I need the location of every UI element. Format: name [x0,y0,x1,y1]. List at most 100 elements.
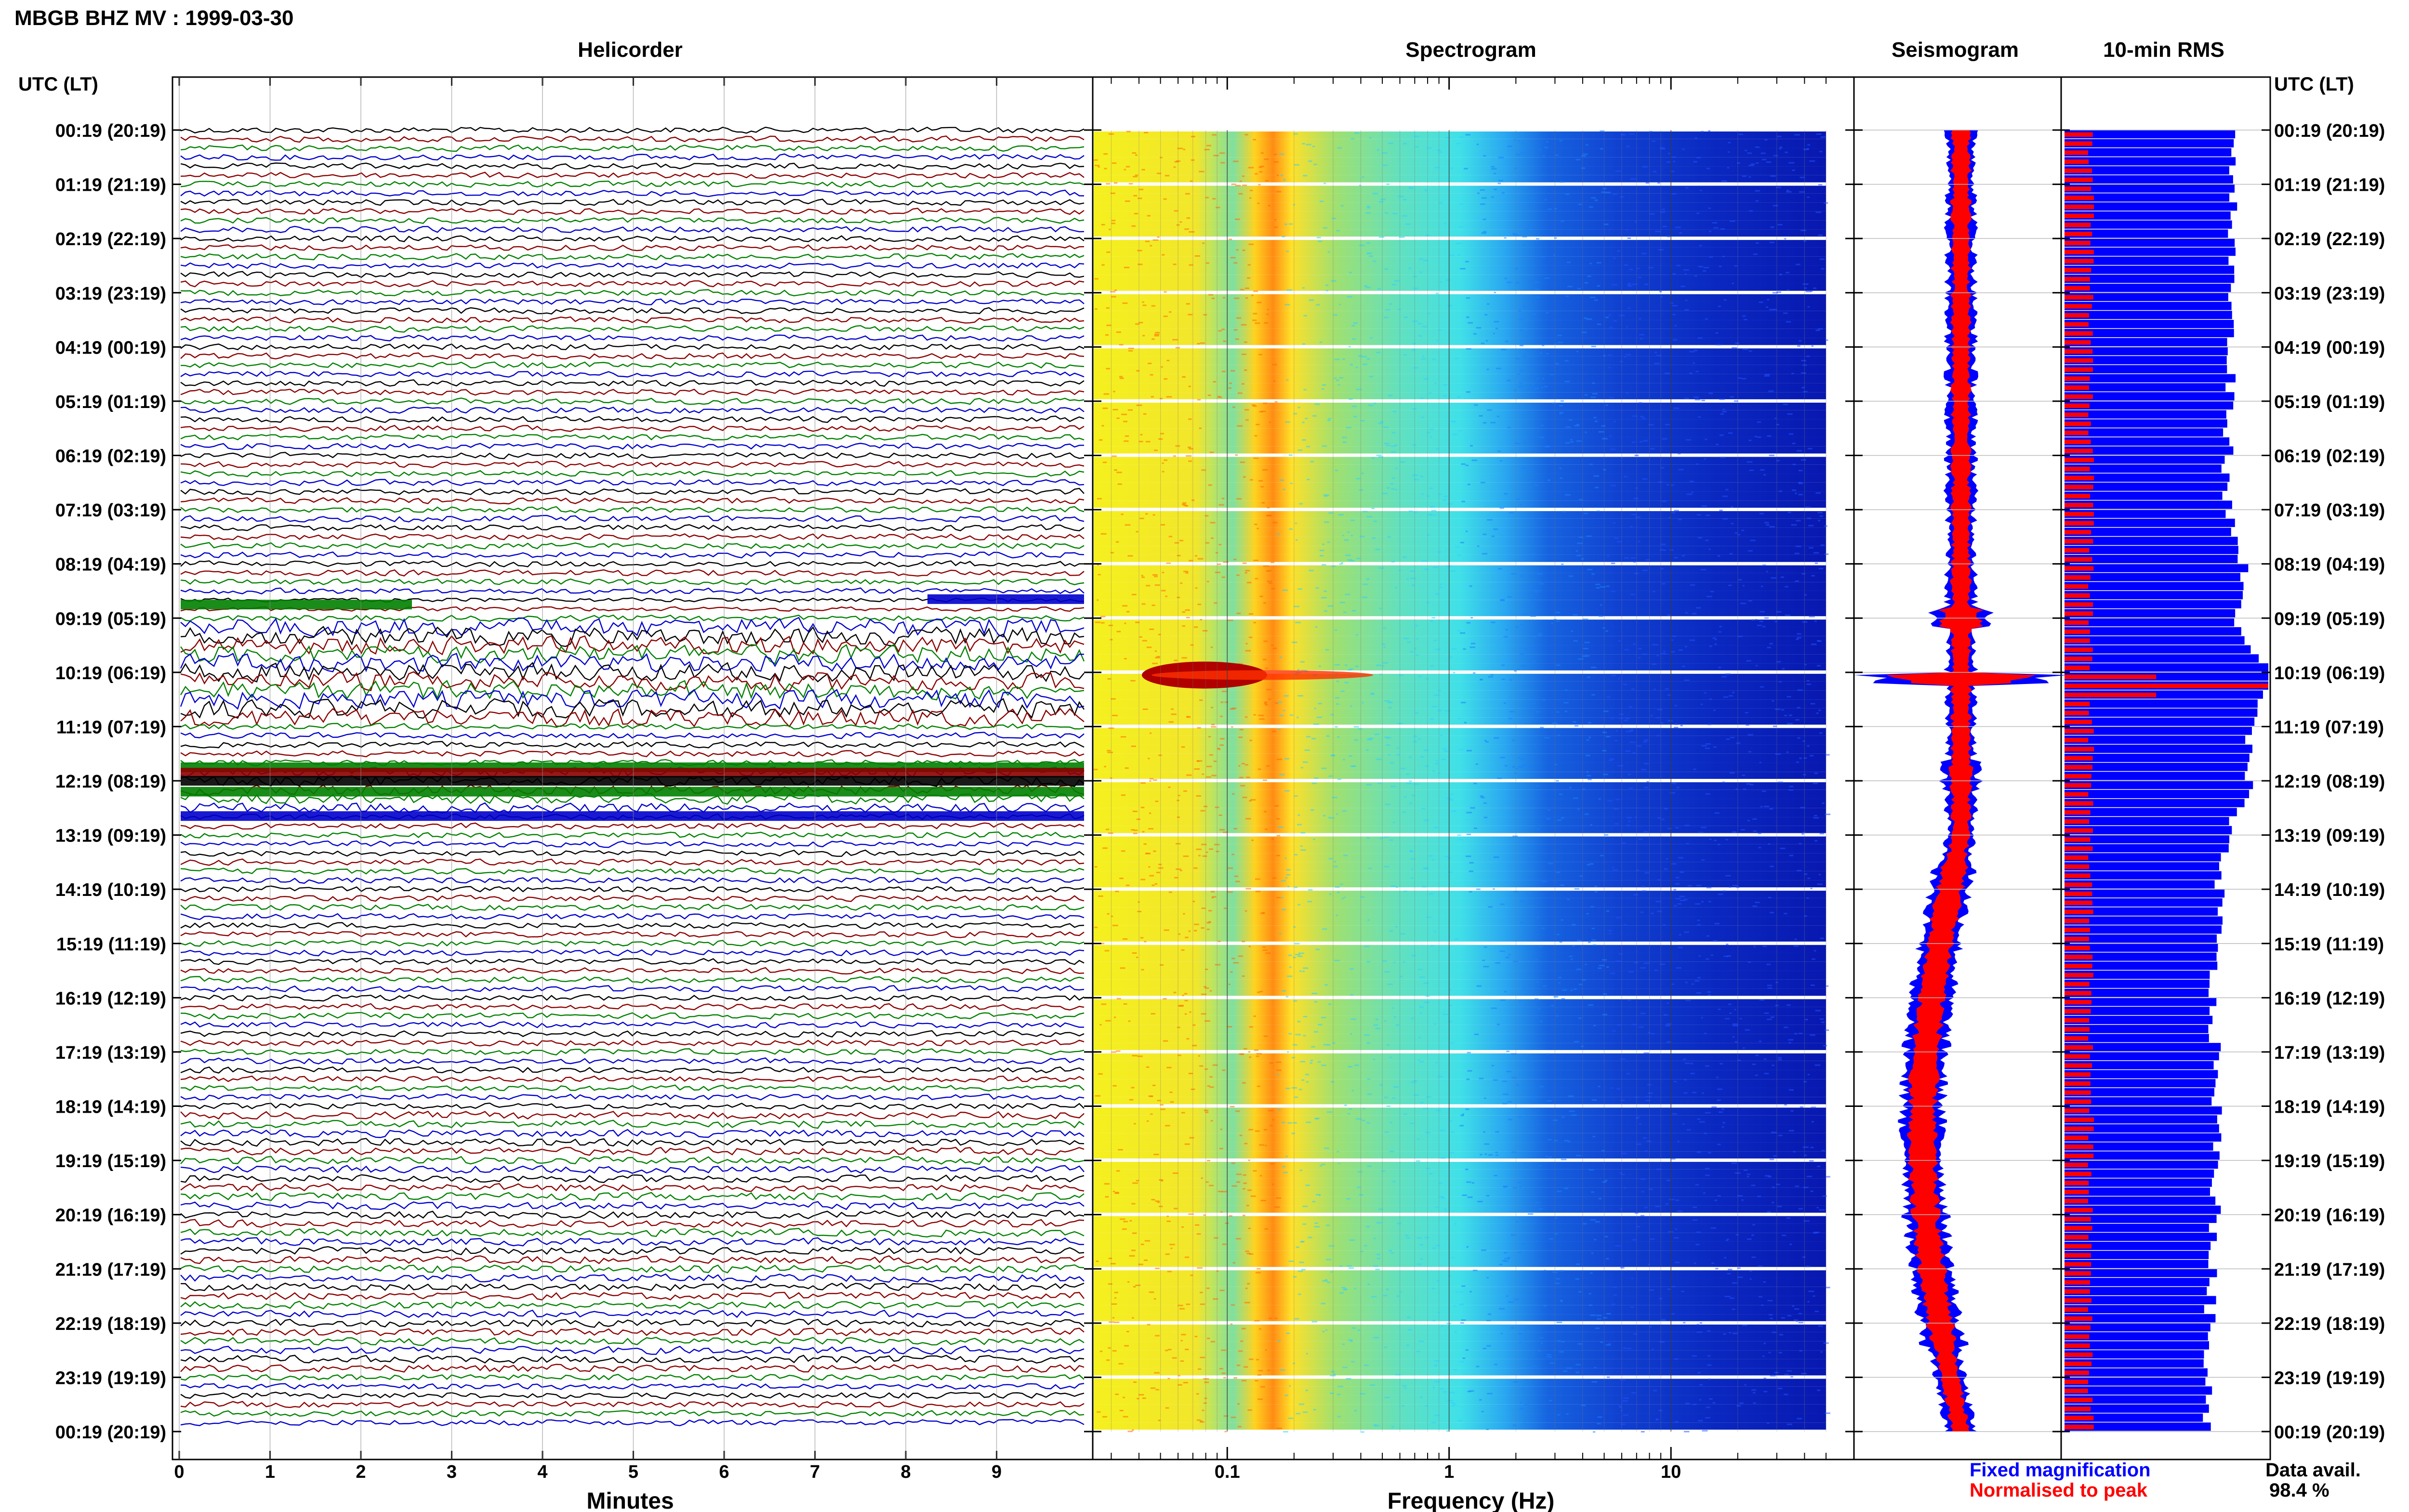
spectrogram-speckle [1548,863,1553,865]
spectrogram-speckle [1577,1343,1582,1345]
spectrogram-speckle [1338,1163,1340,1165]
spectrogram-speckle [1362,702,1364,704]
spectrogram-speckle [1320,555,1324,557]
spectrogram-speckle [1330,1271,1333,1273]
helicorder-trace [180,732,1085,739]
spectrogram-speckle [1707,1330,1711,1332]
spectrogram-speckle [1644,739,1649,741]
spectrogram-speckle [1643,831,1649,833]
spectrogram-speckle [1149,628,1154,630]
spectrogram-speckle [1741,1199,1744,1201]
spectrogram-speckle [1542,927,1545,929]
spectrogram-speckle [1337,147,1342,149]
spectrogram-speckle [1519,1186,1522,1188]
spectrogram-speckle [1811,1106,1816,1108]
spectrogram-speckle [1747,1176,1749,1178]
spectrogram-row [1094,419,1826,429]
helicorder-trace [180,497,1085,505]
spectrogram-speckle [1155,332,1160,334]
spectrogram-speckle [1142,831,1145,833]
spectrogram-speckle [1302,761,1308,763]
spectrogram-speckle [1488,1154,1493,1156]
spectrogram-speckle [1182,502,1187,504]
spectrogram-speckle [1483,946,1487,948]
helicorder-trace [180,1228,1085,1238]
spectrogram-speckle [1406,1316,1411,1318]
spectrogram-speckle [1143,413,1147,415]
spectrogram-speckle [1466,316,1469,318]
spectrogram-speckle [1482,1131,1486,1133]
rms-normalised-bar [2065,1036,2089,1041]
spectrogram-speckle [1819,151,1823,153]
spectrogram-speckle [1471,460,1477,461]
spectrogram-speckle [1302,1206,1308,1208]
rms-normalised-bar [2065,1262,2091,1267]
spectrogram-speckle [1673,160,1675,162]
spectrogram-speckle [1542,344,1545,346]
spectrogram-speckle [1308,889,1313,891]
spectrogram-speckle [1683,269,1689,271]
spectrogram-speckle [1506,1051,1510,1052]
spectrogram-speckle [1698,955,1701,957]
time-label-right: 16:19 (12:19) [2274,988,2385,1009]
spectrogram-speckle [1133,195,1138,197]
spectrogram-speckle [1503,636,1508,638]
spectrogram-speckle [1276,191,1282,193]
spectrogram-speckle [1143,843,1147,845]
spectrogram-speckle [1517,1251,1522,1253]
helicorder-saturated-band [181,811,1084,821]
spectrogram-speckle [1555,363,1559,365]
spectrogram-speckle [1732,885,1738,887]
time-label-left: 15:19 (11:19) [56,934,166,955]
spectrogram-speckle [1416,1263,1421,1265]
spectrogram-speckle [1308,1236,1312,1238]
spectrogram-speckle [1493,332,1495,334]
spectrogram-speckle [1795,1185,1800,1187]
spectrogram-speckle [1807,306,1810,308]
spectrogram-speckle [1334,377,1337,379]
spectrogram-speckle [1274,226,1278,228]
spectrogram-speckle [1359,536,1365,538]
spectrogram-speckle [1277,1074,1279,1076]
spectrogram-speckle [1106,324,1112,326]
spectrogram-speckle [1373,1024,1378,1026]
spectrogram-speckle [1755,146,1760,148]
spectrogram-speckle [1149,1291,1154,1293]
spectrogram-speckle [1237,1426,1242,1428]
spectrogram-speckle [1674,905,1677,907]
spectrogram-speckle [1238,193,1243,195]
spectrogram-speckle [1805,1265,1811,1267]
spectrogram-speckle [1351,765,1356,767]
spectrogram-speckle [1346,427,1352,429]
spectrogram-speckle [1825,1029,1829,1031]
spectrogram-speckle [1797,869,1802,871]
spectrogram-speckle [1286,250,1289,252]
spectrogram-row [1094,582,1826,591]
spectrogram-speckle [1466,812,1472,814]
spectrogram-speckle [1221,1349,1227,1351]
spectrogram-speckle [1260,486,1264,488]
spectrogram-speckle [1815,492,1821,494]
spectrogram-speckle [1520,921,1524,923]
spectrogram-speckle [1413,343,1416,345]
spectrogram-speckle [1152,1084,1156,1086]
spectrogram-speckle [1575,1364,1581,1366]
spectrogram-speckle [1726,738,1730,740]
spectrogram-speckle [1268,1110,1274,1112]
spectrogram-speckle [1581,167,1585,169]
spectrogram-speckle [1403,961,1405,963]
spectrogram-speckle [1366,961,1371,963]
spectrogram-speckle [1263,402,1268,404]
spectrogram-speckle [1800,176,1805,178]
spectrogram-speckle [1137,250,1142,251]
spectrogram-speckle [1704,458,1707,460]
spectrogram-speckle [1534,281,1539,283]
spectrogram-speckle [1497,450,1501,452]
spectrogram-speckle [1189,1137,1194,1139]
helicorder-trace [180,994,1085,1002]
spectrogram-speckle [1363,1108,1365,1110]
spectrogram-speckle [1235,338,1239,340]
spectrogram-speckle [1161,590,1166,592]
helicorder-trace [180,244,1085,251]
spectrogram-speckle [1388,1250,1392,1252]
